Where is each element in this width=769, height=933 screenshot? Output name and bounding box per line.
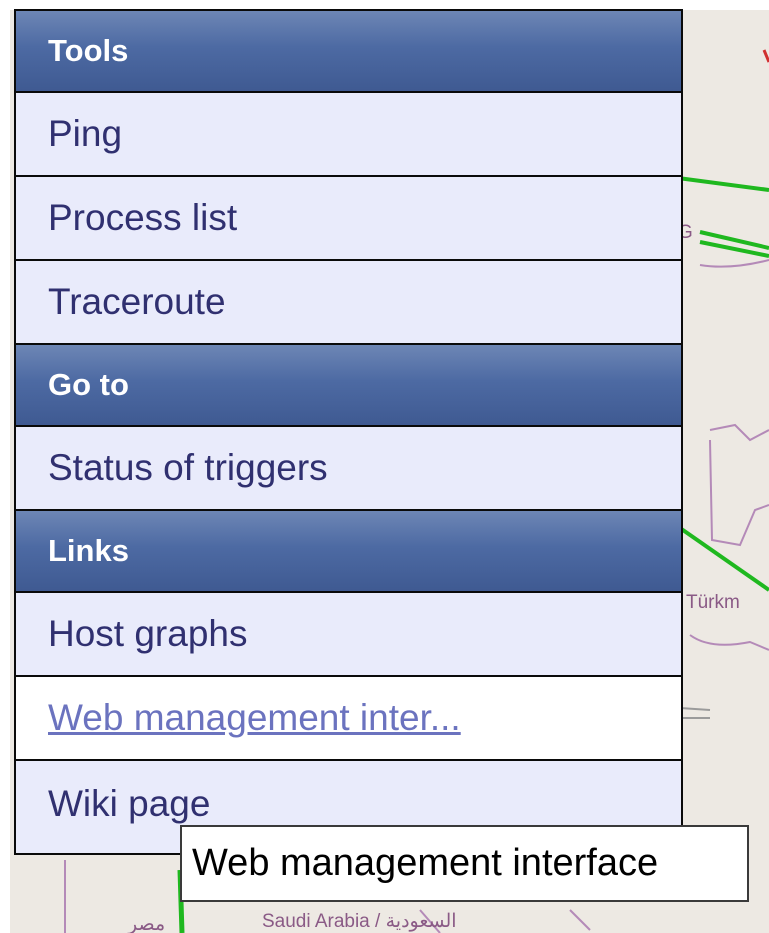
country-border: [709, 423, 769, 442]
map-road: [679, 707, 711, 711]
network-link-line: [678, 526, 769, 592]
map-label: مصر: [128, 914, 166, 933]
context-menu: Tools Ping Process list Traceroute Go to…: [14, 9, 683, 855]
tooltip: Web management interface: [180, 825, 749, 902]
map-label: Türkm: [686, 592, 740, 613]
country-border: [569, 909, 591, 931]
menu-section-tools-header: Tools: [16, 11, 681, 93]
menu-item-host-graphs[interactable]: Host graphs: [16, 593, 681, 677]
menu-item-web-management-interface[interactable]: Web management inter...: [16, 677, 681, 761]
country-border: [689, 634, 769, 651]
map-label: Saudi Arabia / السعودية: [262, 911, 457, 932]
network-link-line: [677, 176, 769, 192]
menu-section-links-header: Links: [16, 511, 681, 593]
menu-item-status-of-triggers[interactable]: Status of triggers: [16, 427, 681, 511]
country-border: [699, 259, 769, 268]
menu-item-ping[interactable]: Ping: [16, 93, 681, 177]
country-border: [709, 439, 769, 547]
menu-item-traceroute[interactable]: Traceroute: [16, 261, 681, 345]
map-marker: [762, 49, 769, 63]
menu-item-process-list[interactable]: Process list: [16, 177, 681, 261]
menu-section-goto-header: Go to: [16, 345, 681, 427]
